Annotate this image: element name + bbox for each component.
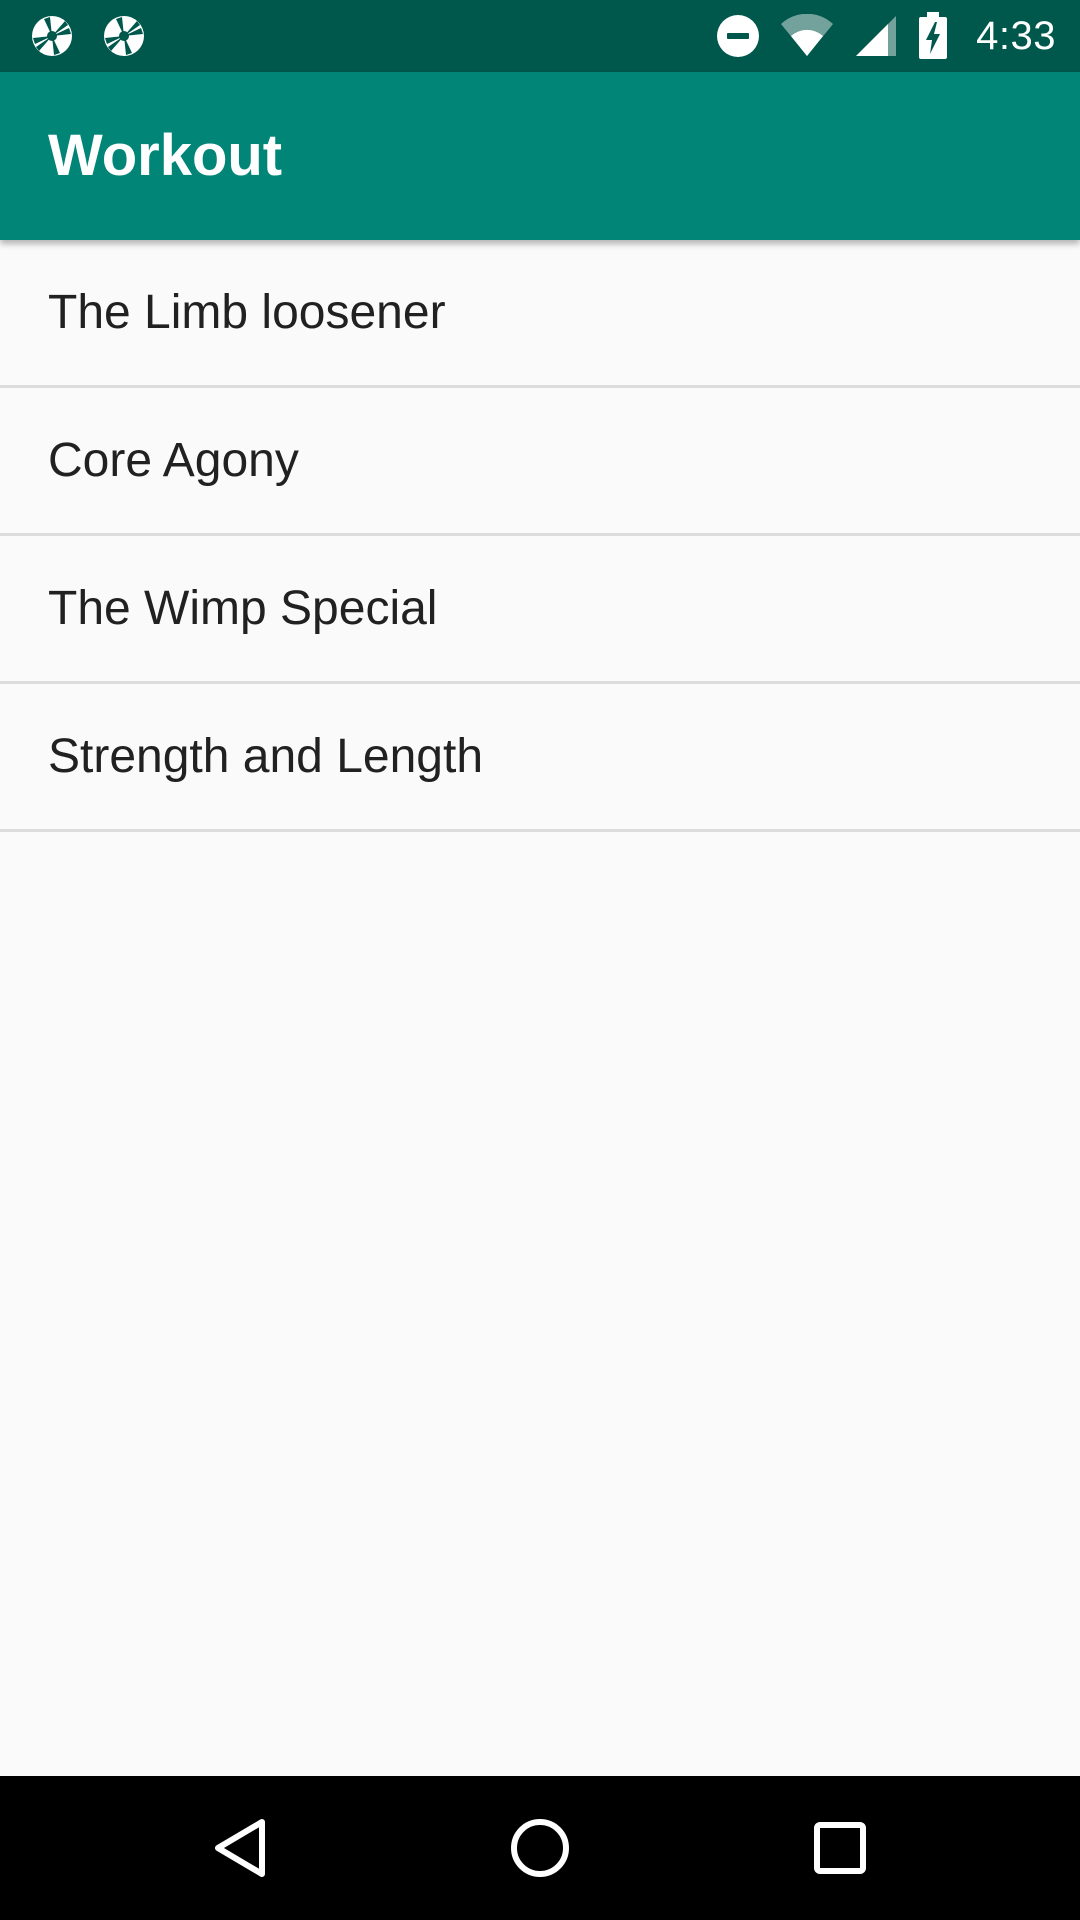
back-button[interactable] <box>204 1812 276 1884</box>
workout-label: The Wimp Special <box>48 582 438 635</box>
status-right-icons: 4:33 <box>716 10 1056 62</box>
workout-list: The Limb loosener Core Agony The Wimp Sp… <box>0 240 1080 832</box>
recents-button[interactable] <box>804 1812 876 1884</box>
app-title: Workout <box>48 123 283 188</box>
home-icon <box>511 1819 569 1877</box>
workout-label: Core Agony <box>48 434 299 487</box>
aperture-icon <box>104 16 144 56</box>
screen: 4:33 Workout The Limb loosener Core Agon… <box>0 0 1080 1920</box>
wifi-icon <box>781 14 834 56</box>
home-button[interactable] <box>504 1812 576 1884</box>
back-icon <box>215 1819 265 1877</box>
app-bar: Workout <box>0 72 1080 240</box>
aperture-icon <box>32 16 72 56</box>
list-item-workout[interactable]: The Wimp Special <box>0 536 1080 684</box>
status-left-icons <box>30 14 146 58</box>
battery-charging-icon <box>919 12 948 59</box>
status-time: 4:33 <box>976 13 1056 58</box>
list-item-workout[interactable]: Strength and Length <box>0 684 1080 832</box>
workout-label: The Limb loosener <box>48 286 446 339</box>
cellular-signal-icon <box>856 16 897 56</box>
list-item-workout[interactable]: Core Agony <box>0 388 1080 536</box>
workout-label: Strength and Length <box>48 730 484 783</box>
do-not-disturb-icon <box>717 15 760 57</box>
list-item-workout[interactable]: The Limb loosener <box>0 240 1080 388</box>
recents-icon <box>814 1822 866 1874</box>
status-bar: 4:33 <box>0 0 1080 72</box>
navigation-bar <box>0 1776 1080 1920</box>
